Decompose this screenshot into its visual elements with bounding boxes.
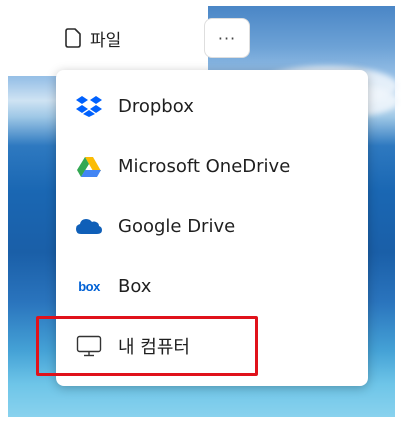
menu-item-dropbox[interactable]: Dropbox (56, 76, 368, 136)
file-icon (64, 27, 82, 49)
highlight-box (36, 316, 258, 376)
dropbox-icon (74, 95, 104, 117)
more-icon: ··· (217, 28, 237, 48)
menu-item-onedrive[interactable]: Microsoft OneDrive (56, 136, 368, 196)
menu-item-box[interactable]: box Box (56, 256, 368, 316)
menu-item-google-drive[interactable]: Google Drive (56, 196, 368, 256)
file-label: 파일 (90, 30, 122, 51)
menu-item-label: Box (118, 275, 152, 297)
more-options-button[interactable]: ··· (204, 18, 250, 58)
menu-item-label: Microsoft OneDrive (118, 155, 291, 177)
onedrive-icon (74, 155, 104, 177)
file-button[interactable]: 파일 (64, 20, 121, 56)
menu-item-label: Google Drive (118, 215, 236, 237)
box-icon: box (78, 278, 100, 294)
menu-item-label: Dropbox (118, 95, 194, 117)
google-drive-icon (74, 216, 104, 236)
screen: 파일 ··· Dropbox Microsoft OneDrive Google… (0, 0, 401, 423)
